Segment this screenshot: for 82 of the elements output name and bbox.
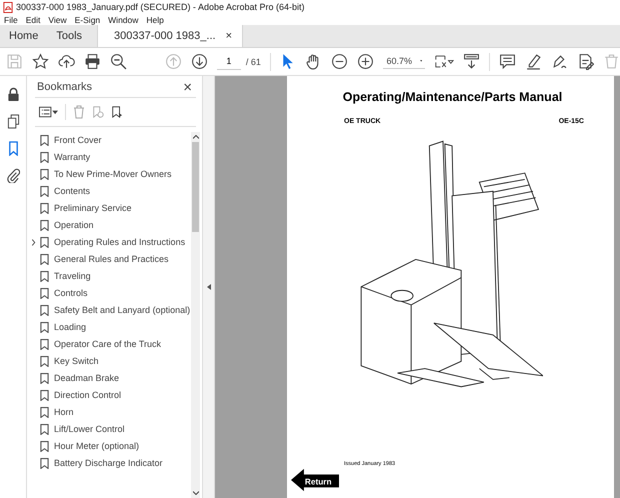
bookmark-icon[interactable] [6,141,20,156]
close-tab-button[interactable]: × [226,30,232,42]
bookmark-item[interactable]: Operating Rules and Instructions [31,234,191,251]
tab[interactable]: Tools [47,25,92,47]
zoom-out-icon[interactable] [331,53,348,70]
bookmark-item[interactable]: Contents [31,183,191,200]
window-title: 300337-000 1983_January.pdf (SECURED) - Adobe Acrobat Pro (64-bit) [16,2,304,12]
bookmark-icon [40,254,49,265]
bookmark-item[interactable]: Operator Care of the Truck [31,336,191,353]
menu-item[interactable]: Edit [26,14,40,24]
menu-item[interactable]: E-Sign [74,14,100,24]
bookmark-icon [40,322,49,333]
scroll-up-icon[interactable] [192,135,198,139]
bookmark-icon [40,220,49,231]
next-page-icon[interactable] [190,53,208,70]
bookmark-search-icon[interactable] [111,105,123,119]
bookmark-item[interactable]: Safety Belt and Lanyard (optional) [31,302,191,319]
pages-icon[interactable] [6,114,20,129]
print-icon[interactable] [84,53,101,70]
document-edit-icon[interactable] [576,53,594,70]
bookmark-icon [40,271,49,282]
bookmark-icon [40,424,49,435]
cloud-upload-icon[interactable] [58,53,75,70]
menu-item[interactable]: Window [108,14,138,24]
bookmark-icon [40,441,49,452]
scrollbar[interactable] [191,132,200,498]
highlighter-icon[interactable] [524,53,542,70]
zoom-in-icon[interactable] [357,53,374,70]
bookmark-item[interactable]: Operation [31,217,191,234]
scroll-down-icon[interactable] [192,491,198,495]
pen-sign-icon[interactable] [550,53,568,70]
comment-icon[interactable] [498,53,516,70]
bookmark-icon [40,237,49,248]
bookmark-item[interactable]: Direction Control [31,387,191,404]
lock-icon[interactable] [6,87,20,102]
bookmark-icon [40,169,49,180]
bookmark-icon [40,339,49,350]
bookmark-item[interactable]: General Rules and Practices [31,251,191,268]
bookmark-item[interactable]: Hour Meter (optional) [31,438,191,455]
paperclip-icon[interactable] [6,168,20,183]
bookmark-item[interactable]: Battery Discharge Indicator [31,455,191,472]
panel-title: Bookmarks [37,81,92,93]
bookmark-item[interactable]: Deadman Brake [31,370,191,387]
bookmark-icon [40,186,49,197]
page-total: / 61 [246,56,261,66]
options-menu-icon[interactable] [39,105,58,119]
bookmark-item[interactable]: To New Prime-Mover Owners [31,166,191,183]
zoom-dropdown[interactable]: 60.7% [383,54,426,69]
bookmark-item[interactable]: Loading [31,319,191,336]
bookmark-icon [40,390,49,401]
bookmark-item[interactable]: Key Switch [31,353,191,370]
bookmark-icon [40,288,49,299]
document-title: Operating/Maintenance/Parts Manual [342,90,562,104]
scrollbar-thumb[interactable] [192,142,199,232]
menu-item[interactable]: Help [146,14,164,24]
menu-item[interactable]: File [4,14,18,24]
bookmark-icon [40,305,49,316]
bookmark-icon [40,373,49,384]
menu-item[interactable]: View [48,14,67,24]
bookmark-item[interactable]: Lift/Lower Control [31,421,191,438]
bookmark-item[interactable]: Warranty [31,149,191,166]
bookmark-item[interactable]: Controls [31,285,191,302]
chevron-right-icon[interactable] [31,239,36,246]
tab[interactable]: Home [0,25,48,47]
tab[interactable]: 300337-000 1983_... × [97,25,244,47]
bookmark-icon [40,407,49,418]
bookmark-item[interactable]: Preliminary Service [31,200,191,217]
bookmark-item[interactable]: Horn [31,404,191,421]
bookmark-icon [40,135,49,146]
page-fit-icon[interactable] [434,53,454,70]
bookmark-icon [40,203,49,214]
bookmark-item[interactable]: Traveling [31,268,191,285]
star-icon[interactable] [32,53,49,70]
bookmark-icon [40,152,49,163]
bookmark-icon [40,356,49,367]
close-panel-button[interactable]: × [183,82,192,92]
bookmark-item[interactable]: Front Cover [31,132,191,149]
return-arrow-button[interactable]: Return [291,468,339,492]
bookmark-icon [40,458,49,469]
collapse-panel-icon[interactable] [206,284,210,290]
zoom-out-search-icon[interactable] [110,53,127,70]
scroll-mode-icon[interactable] [463,53,480,70]
